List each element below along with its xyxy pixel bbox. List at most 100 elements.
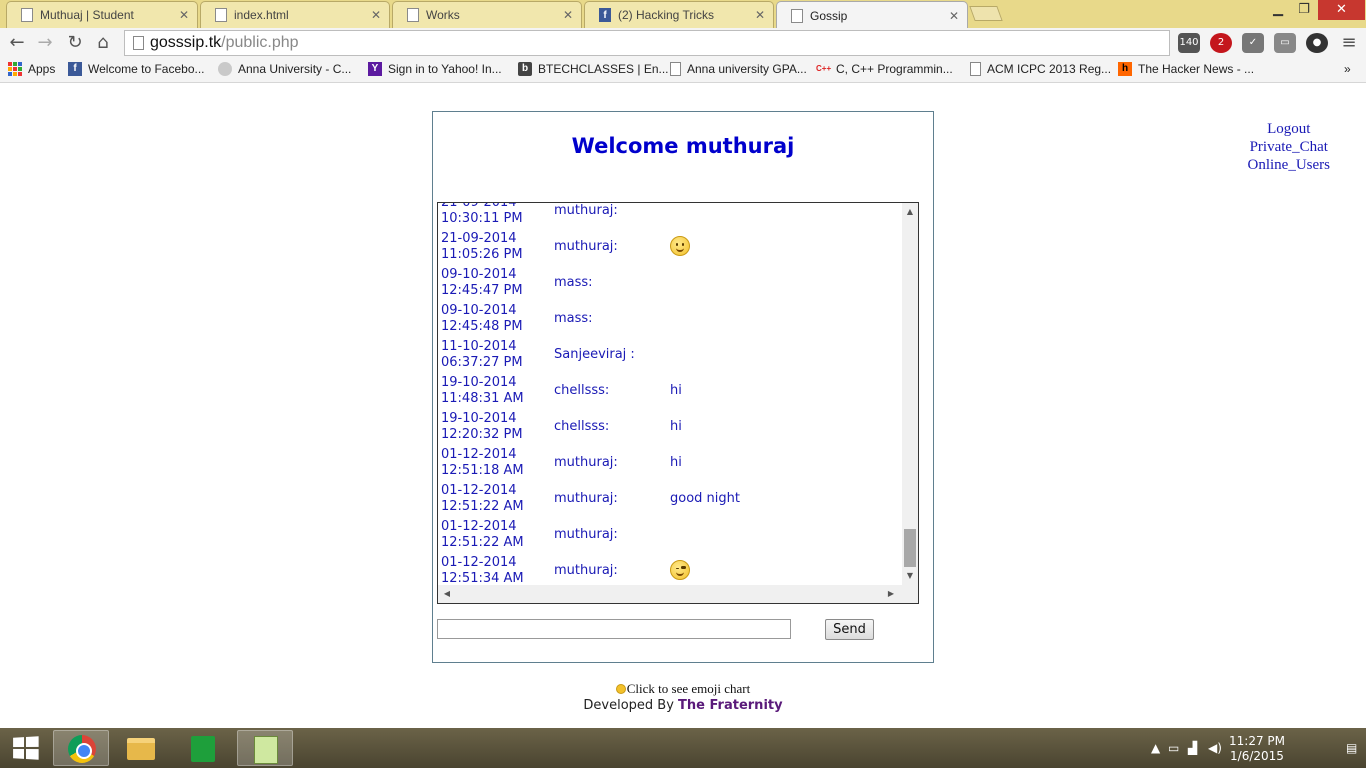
globe-extension-icon[interactable]: ● [1306, 33, 1328, 53]
page-icon [133, 36, 144, 50]
bookmark-cpp[interactable]: C++ C, C++ Programmin... [816, 62, 953, 76]
taskbar-store[interactable] [175, 730, 231, 766]
wink-emoji-icon [670, 560, 690, 580]
bookmark-facebook[interactable]: f Welcome to Facebo... [68, 62, 205, 76]
send-button[interactable]: Send [825, 619, 874, 640]
message-row: 19-10-2014 11:48:31 AM chellsss: hi [438, 371, 902, 407]
facebook-icon: f [599, 8, 611, 22]
browser-tab-strip: Muthuaj | Student ✕ index.html ✕ Works ✕… [0, 0, 1366, 29]
extension-badge: 140 [1179, 37, 1199, 48]
browser-tab[interactable]: Works ✕ [392, 1, 582, 28]
logout-link[interactable]: Logout [1248, 120, 1331, 138]
online-users-link[interactable]: Online_Users [1248, 156, 1331, 174]
taskbar-chrome[interactable] [53, 730, 109, 766]
file-explorer-icon [127, 738, 155, 760]
message-date: 21-09-2014 [441, 203, 523, 211]
taskbar-file-explorer[interactable] [113, 730, 169, 766]
bookmark-label: BTECHCLASSES | En... [538, 62, 669, 76]
footer: Developed By The Fraternity [0, 698, 1366, 713]
message-text: good night [670, 491, 740, 506]
scroll-left-icon[interactable]: ◀ [440, 585, 454, 603]
restore-icon[interactable]: ❐ [1290, 0, 1318, 20]
home-icon[interactable]: ⌂ [92, 32, 114, 54]
windows-start-icon[interactable] [13, 736, 39, 760]
message-date: 11-10-2014 [441, 339, 517, 354]
close-icon[interactable]: ✕ [755, 8, 765, 22]
address-bar[interactable]: gosssip.tk/public.php [124, 30, 1170, 56]
message-user: muthuraj: [554, 563, 618, 578]
minimize-icon[interactable]: ▁ [1264, 0, 1292, 20]
chart-extension-icon[interactable]: ✓ [1242, 33, 1264, 53]
emoji-chart-label: Click to see emoji chart [626, 681, 751, 696]
close-icon[interactable]: ✕ [949, 9, 959, 23]
page-content: Logout Private_Chat Online_Users Welcome… [0, 84, 1366, 728]
vertical-scrollbar[interactable]: ▲ ▼ [902, 203, 918, 585]
message-time: 06:37:27 PM [441, 355, 523, 370]
browser-toolbar: ← → ↻ ⌂ gosssip.tk/public.php 140 2 ✓ ▭ … [0, 28, 1366, 58]
bookmarks-bar: Apps f Welcome to Facebo... Anna Univers… [0, 58, 1366, 83]
close-icon[interactable]: ✕ [563, 8, 573, 22]
horizontal-scrollbar[interactable]: ◀ ▶ [438, 585, 902, 603]
comment-extension-icon[interactable]: ▭ [1274, 33, 1296, 53]
message-user: chellsss: [554, 383, 610, 398]
bookmarks-overflow-icon[interactable]: » [1344, 62, 1351, 76]
menu-icon[interactable]: ≡ [1338, 32, 1360, 54]
browser-tab[interactable]: index.html ✕ [200, 1, 390, 28]
bookmark-label: Anna University - C... [238, 62, 352, 76]
message-timestamp: 09-10-2014 12:45:48 PM [441, 303, 523, 335]
private-chat-link[interactable]: Private_Chat [1248, 138, 1331, 156]
message-user: muthuraj: [554, 455, 618, 470]
message-timestamp: 21-09-201410:30:11 PM [441, 203, 523, 227]
message-input[interactable] [437, 619, 791, 639]
window-close-icon[interactable]: ✕ [1318, 0, 1365, 20]
message-text: hi [670, 383, 682, 398]
speed-dial-extension-icon[interactable]: 140 [1178, 33, 1200, 53]
show-hidden-icons-icon[interactable]: ▲ [1151, 741, 1160, 755]
taskbar-notepad-plus-plus[interactable] [237, 730, 293, 766]
tab-title: index.html [234, 8, 289, 22]
message-row: 21-09-2014 11:05:26 PM muthuraj: [438, 227, 902, 263]
bookmark-label: C, C++ Programmin... [836, 62, 953, 76]
url-host: gosssip.tk [150, 34, 222, 51]
close-icon[interactable]: ✕ [179, 8, 189, 22]
browser-tab[interactable]: f (2) Hacking Tricks ✕ [584, 1, 774, 28]
page-icon [407, 8, 419, 22]
reload-icon[interactable]: ↻ [64, 32, 86, 54]
notepad-plus-plus-icon [254, 736, 278, 764]
bookmark-btechclasses[interactable]: b BTECHCLASSES | En... [518, 62, 669, 76]
network-icon[interactable]: ▭ [1168, 741, 1179, 755]
signal-icon[interactable]: ▟ [1188, 741, 1197, 755]
emoji-chart-link[interactable]: Click to see emoji chart [0, 681, 1366, 697]
scrollbar-thumb[interactable] [904, 529, 916, 567]
forward-arrow-icon[interactable]: → [34, 32, 56, 54]
bookmark-hacker-news[interactable]: h The Hacker News - ... [1118, 62, 1254, 76]
bookmark-acm-icpc[interactable]: ACM ICPC 2013 Reg... [970, 62, 1111, 76]
scroll-down-icon[interactable]: ▼ [902, 569, 918, 583]
message-date: 01-12-2014 [441, 519, 517, 534]
smiley-icon [615, 684, 626, 694]
bookmark-apps[interactable]: Apps [8, 62, 55, 76]
back-arrow-icon[interactable]: ← [6, 32, 28, 54]
clock[interactable]: 11:27 PM 1/6/2015 [1229, 734, 1285, 764]
new-tab-button[interactable] [969, 6, 1003, 21]
close-icon[interactable]: ✕ [371, 8, 381, 22]
message-time: 12:51:18 AM [441, 463, 524, 478]
browser-tab[interactable]: Muthuaj | Student ✕ [6, 1, 198, 28]
message-time: 12:20:32 PM [441, 427, 523, 442]
volume-icon[interactable]: ◀) [1208, 741, 1222, 755]
action-center-icon[interactable]: ▤ [1346, 741, 1357, 755]
scroll-right-icon[interactable]: ▶ [884, 585, 898, 603]
bookmark-anna-university[interactable]: Anna University - C... [218, 62, 351, 76]
message-box[interactable]: 21-09-201410:30:11 PM muthuraj: 21-09-2014… [437, 202, 919, 604]
adblock-extension-icon[interactable]: 2 [1210, 33, 1232, 53]
message-timestamp: 01-12-2014 12:51:22 AM [441, 519, 524, 551]
bookmark-anna-gpa[interactable]: Anna university GPA... [670, 62, 807, 76]
bookmark-yahoo[interactable]: Y Sign in to Yahoo! In... [368, 62, 502, 76]
message-date: 19-10-2014 [441, 375, 517, 390]
message-time: 12:51:34 AM [441, 571, 524, 585]
browser-tab-active[interactable]: Gossip ✕ [776, 1, 968, 29]
message-timestamp: 19-10-2014 12:20:32 PM [441, 411, 523, 443]
message-time: 11:48:31 AM [441, 391, 524, 406]
yahoo-icon: Y [368, 62, 382, 76]
scroll-up-icon[interactable]: ▲ [902, 205, 918, 219]
